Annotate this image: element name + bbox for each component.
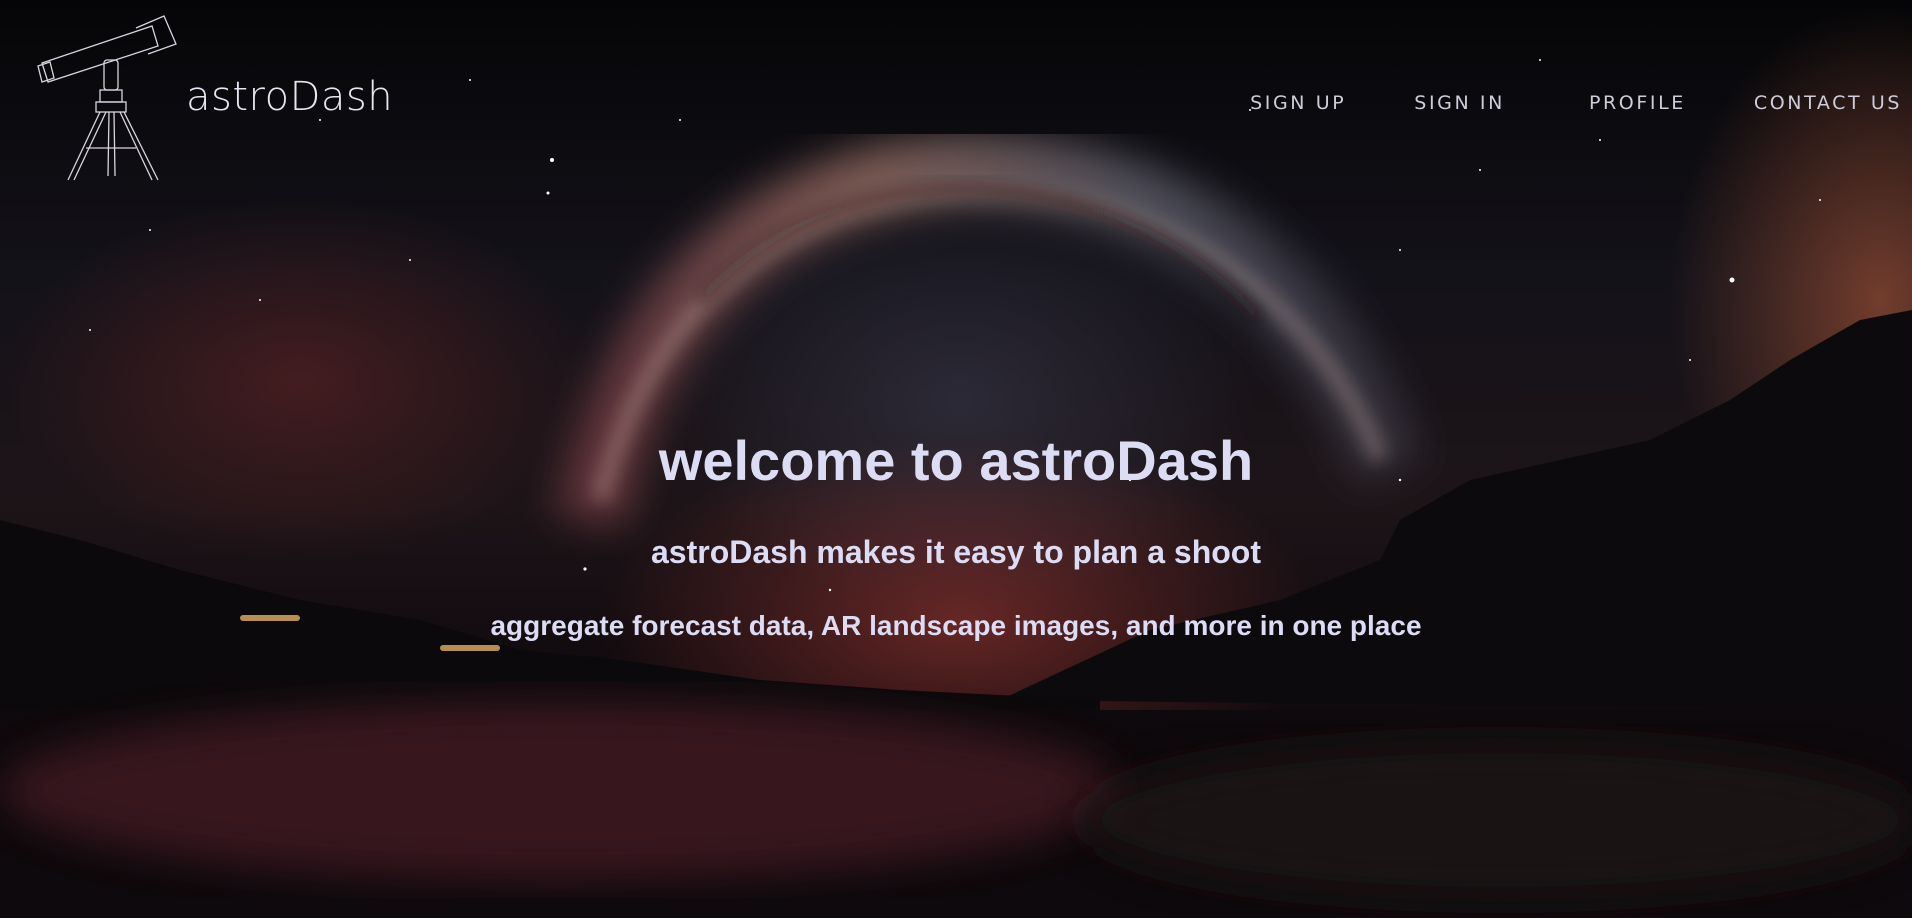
hero-description: aggregate forecast data, AR landscape im… — [490, 610, 1422, 641]
nav-sign-in-link[interactable]: SIGN IN — [1414, 92, 1505, 114]
hero-title: welcome to astroDash — [658, 429, 1254, 492]
main-nav: SIGN UP SIGN IN PROFILE CONTACT US — [1250, 92, 1902, 114]
brand-name[interactable]: astroDash — [186, 74, 393, 120]
nav-sign-up-link[interactable]: SIGN UP — [1250, 92, 1346, 114]
landing-page: astroDash SIGN UP SIGN IN PROFILE CONTAC… — [0, 0, 1912, 918]
nav-contact-us-link[interactable]: CONTACT US — [1754, 92, 1902, 114]
telescope-icon[interactable] — [36, 8, 186, 183]
nav-profile-link[interactable]: PROFILE — [1589, 92, 1686, 114]
hero-subtitle: astroDash makes it easy to plan a shoot — [651, 534, 1261, 570]
